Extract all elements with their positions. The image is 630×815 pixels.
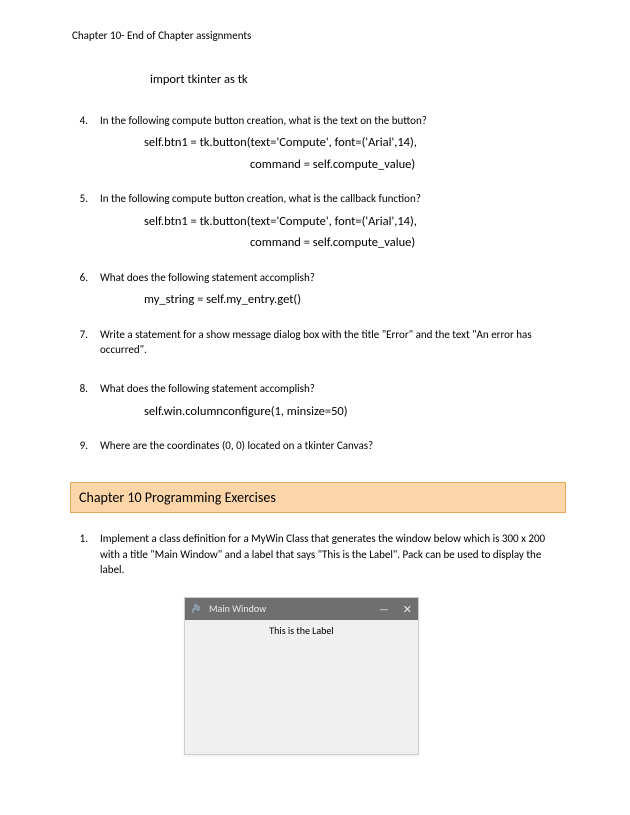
question-text: Where are the coordinates (0, 0) located… xyxy=(100,438,566,453)
window-title-bar: Main Window — ✕ xyxy=(185,598,418,620)
window-label: This is the Label xyxy=(269,624,333,637)
question-text: In the following compute button creation… xyxy=(100,113,566,128)
question-list: 4. In the following compute button creat… xyxy=(72,113,566,460)
question-number: 7. xyxy=(72,327,100,364)
exercise-text: Implement a class definition for a MyWin… xyxy=(100,531,566,577)
window-title: Main Window xyxy=(209,602,379,616)
exercise-1: 1. Implement a class definition for a My… xyxy=(72,531,566,583)
question-text: What does the following statement accomp… xyxy=(100,381,566,396)
question-text: What does the following statement accomp… xyxy=(100,270,566,285)
question-9: 9. Where are the coordinates (0, 0) loca… xyxy=(72,438,566,459)
question-8: 8. What does the following statement acc… xyxy=(72,381,566,420)
question-7: 7. Write a statement for a show message … xyxy=(72,327,566,364)
question-number: 9. xyxy=(72,438,100,459)
tkinter-window-figure: Main Window — ✕ This is the Label xyxy=(184,597,419,755)
code-line: self.win.columnconfigure(1, minsize=50) xyxy=(144,403,566,421)
code-line: self.btn1 = tk.button(text='Compute', fo… xyxy=(144,134,566,152)
question-number: 4. xyxy=(72,113,100,173)
page-header: Chapter 10- End of Chapter assignments xyxy=(72,28,566,43)
window-body: This is the Label xyxy=(185,620,418,754)
code-line: self.btn1 = tk.button(text='Compute', fo… xyxy=(144,213,566,231)
question-5: 5. In the following compute button creat… xyxy=(72,191,566,251)
question-number: 8. xyxy=(72,381,100,420)
code-line: my_string = self.my_entry.get() xyxy=(144,291,566,309)
question-4: 4. In the following compute button creat… xyxy=(72,113,566,173)
import-statement: import tkinter as tk xyxy=(150,71,566,89)
question-text: In the following compute button creation… xyxy=(100,191,566,206)
exercise-list: 1. Implement a class definition for a My… xyxy=(72,531,566,583)
question-6: 6. What does the following statement acc… xyxy=(72,270,566,309)
close-icon: ✕ xyxy=(403,602,412,617)
exercise-number: 1. xyxy=(72,531,100,583)
code-line: command = self.compute_value) xyxy=(250,234,566,252)
question-number: 5. xyxy=(72,191,100,251)
section-heading: Chapter 10 Programming Exercises xyxy=(70,482,566,514)
code-line: command = self.compute_value) xyxy=(250,156,566,174)
app-icon xyxy=(191,603,203,615)
question-text: Write a statement for a show message dia… xyxy=(100,327,566,358)
question-number: 6. xyxy=(72,270,100,309)
minimize-icon: — xyxy=(379,602,389,617)
